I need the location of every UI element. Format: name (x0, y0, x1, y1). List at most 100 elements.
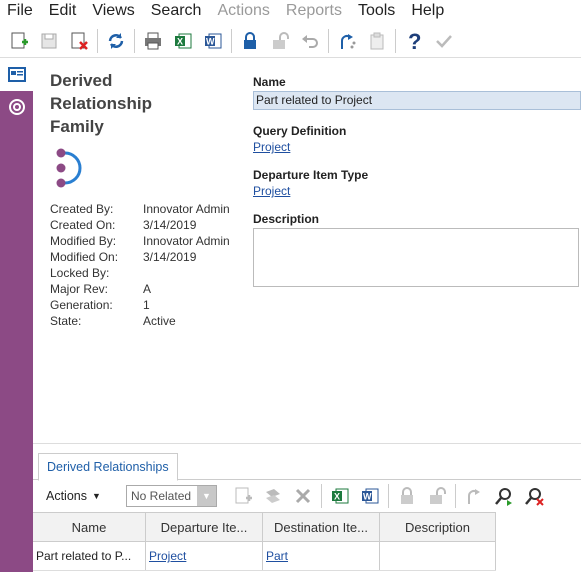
toolbar-divider (231, 28, 232, 53)
menu-actions[interactable]: Actions (209, 2, 277, 20)
meta-value: 1 (143, 298, 150, 312)
toolbar-divider (455, 484, 456, 508)
meta-value: A (143, 282, 152, 296)
related-option-value: No Related (131, 489, 192, 503)
pick-related-icon[interactable] (258, 481, 288, 511)
meta-key: Locked By: (50, 266, 110, 280)
toolbar-divider (328, 28, 329, 53)
meta-value: 3/14/2019 (143, 250, 197, 264)
table-row[interactable]: Part related to P... Project Part (33, 542, 496, 571)
menu-help[interactable]: Help (403, 2, 452, 20)
svg-text:X: X (334, 492, 340, 502)
relationship-toolbar: Actions ▼ No Related ▼ X W (33, 481, 581, 511)
menu-views[interactable]: Views (84, 2, 142, 20)
menu-edit[interactable]: Edit (41, 2, 85, 20)
save-icon[interactable] (34, 26, 64, 56)
tab-derived-relationships[interactable]: Derived Relationships (38, 453, 178, 481)
svg-text:?: ? (408, 30, 421, 52)
svg-text:W: W (363, 492, 372, 502)
main-toolbar: X W ? (0, 24, 581, 58)
title-line: Derived (50, 71, 113, 90)
lock-icon[interactable] (392, 481, 422, 511)
actions-label: Actions (46, 489, 87, 503)
title-line: Family (50, 117, 104, 136)
meta-value: Active (143, 314, 176, 328)
meta-value: Innovator Admin (143, 234, 230, 248)
left-sidebar (0, 59, 33, 572)
meta-key: Generation: (50, 298, 113, 312)
description-label: Description (253, 212, 320, 226)
delete-row-icon[interactable] (288, 481, 318, 511)
unlock-icon[interactable] (422, 481, 452, 511)
meta-key: Major Rev: (50, 282, 109, 296)
menu-reports[interactable]: Reports (278, 2, 350, 20)
page-title: Derived Relationship Family (50, 69, 210, 138)
menu-tools[interactable]: Tools (350, 2, 403, 20)
word-icon[interactable]: W (355, 481, 385, 511)
discard-icon[interactable] (64, 26, 94, 56)
meta-value: Innovator Admin (143, 202, 230, 216)
svg-text:X: X (177, 36, 183, 46)
column-header-destination[interactable]: Destination Ite... (263, 513, 380, 541)
chevron-down-icon: ▼ (197, 486, 216, 506)
departure-item-type-label: Departure Item Type (253, 168, 369, 182)
toolbar-divider (321, 484, 322, 508)
print-icon[interactable] (138, 26, 168, 56)
cell-departure[interactable]: Project (146, 542, 263, 570)
done-icon[interactable] (429, 26, 459, 56)
item-type-logo-icon (53, 147, 93, 194)
cell-name[interactable]: Part related to P... (33, 542, 146, 570)
form-view-icon[interactable] (0, 59, 33, 91)
paste-icon[interactable] (362, 26, 392, 56)
relationships-view-icon[interactable] (0, 91, 33, 123)
name-field[interactable]: Part related to Project (253, 91, 581, 110)
undo-icon[interactable] (295, 26, 325, 56)
toolbar-divider (388, 484, 389, 508)
destination-link[interactable]: Part (266, 549, 288, 563)
meta-key: Modified On: (50, 250, 119, 264)
query-definition-link[interactable]: Project (253, 140, 581, 154)
menu-bar: File Edit Views Search Actions Reports T… (0, 0, 581, 22)
menu-file[interactable]: File (0, 2, 41, 20)
query-definition-label: Query Definition (253, 124, 347, 138)
menu-search[interactable]: Search (143, 2, 210, 20)
toolbar-divider (97, 28, 98, 53)
excel-icon[interactable]: X (168, 26, 198, 56)
meta-key: Created On: (50, 218, 116, 232)
relationships-panel: Derived Relationships Actions ▼ No Relat… (33, 443, 581, 572)
item-form: Derived Relationship Family Created By: I… (33, 59, 581, 442)
actions-dropdown[interactable]: Actions ▼ (46, 489, 126, 503)
refresh-icon[interactable] (101, 26, 131, 56)
add-row-icon[interactable] (228, 481, 258, 511)
cell-description[interactable] (380, 542, 496, 570)
title-line: Relationship (50, 94, 153, 113)
column-header-name[interactable]: Name (33, 513, 146, 541)
svg-text:W: W (206, 36, 215, 46)
field-panel: Name Part related to Project Query Defin… (253, 75, 581, 287)
description-field[interactable] (253, 228, 579, 287)
clear-search-icon[interactable] (519, 481, 549, 511)
grid-header: Name Departure Ite... Destination Ite...… (33, 512, 496, 542)
chevron-down-icon: ▼ (92, 491, 101, 501)
meta-key: Created By: (50, 202, 114, 216)
promote-icon[interactable] (332, 26, 362, 56)
view-related-icon[interactable] (489, 481, 519, 511)
column-header-departure[interactable]: Departure Ite... (146, 513, 263, 541)
cell-destination[interactable]: Part (263, 542, 380, 570)
new-icon[interactable] (4, 26, 34, 56)
related-option-select[interactable]: No Related ▼ (126, 485, 217, 507)
word-icon[interactable]: W (198, 26, 228, 56)
help-icon[interactable]: ? (399, 26, 429, 56)
lock-icon[interactable] (235, 26, 265, 56)
departure-item-type-link[interactable]: Project (253, 184, 581, 198)
item-metadata: Created By: Innovator Admin Created On: 3/… (50, 201, 230, 329)
meta-value: 3/14/2019 (143, 218, 197, 232)
excel-icon[interactable]: X (325, 481, 355, 511)
relationship-tabs: Derived Relationships (33, 444, 581, 481)
promote-icon[interactable] (459, 481, 489, 511)
column-header-description[interactable]: Description (380, 513, 496, 541)
departure-link[interactable]: Project (149, 549, 186, 563)
unlock-icon[interactable] (265, 26, 295, 56)
meta-key: Modified By: (50, 234, 117, 248)
relationships-grid: Name Departure Ite... Destination Ite...… (33, 512, 496, 571)
